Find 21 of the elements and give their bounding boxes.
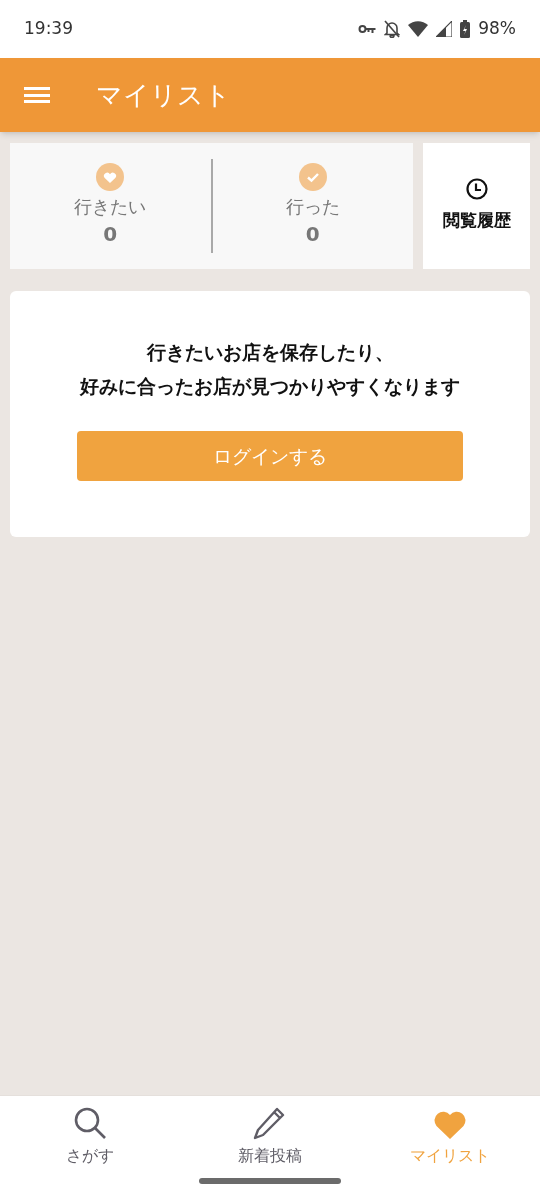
app-title: マイリスト <box>96 78 231 112</box>
check-icon <box>298 163 327 191</box>
search-icon <box>73 1106 107 1140</box>
pencil-icon <box>253 1106 287 1140</box>
battery-icon <box>460 20 471 38</box>
counter-tab[interactable]: 行った 0 <box>212 143 413 269</box>
history-button[interactable]: 閲覧履歴 <box>423 143 530 269</box>
key-icon <box>358 24 377 34</box>
nav-tab[interactable]: さがす <box>0 1104 180 1168</box>
login-message-line: 行きたいお店を保存したり、 <box>146 340 394 365</box>
status-time: 19:39 <box>24 17 73 41</box>
clock-icon <box>465 178 488 201</box>
muted-bell-icon <box>384 20 401 38</box>
wifi-icon <box>408 21 429 37</box>
heart-icon <box>433 1110 467 1140</box>
battery-level: 98% <box>478 17 516 41</box>
counter-tab[interactable]: 行きたい 0 <box>10 143 211 269</box>
signal-icon <box>436 21 453 37</box>
nav-tab[interactable]: 新着投稿 <box>180 1104 360 1168</box>
menu-icon[interactable] <box>24 85 50 105</box>
login-message-line: 好みに合ったお店が見つかりやすくなります <box>80 374 460 399</box>
